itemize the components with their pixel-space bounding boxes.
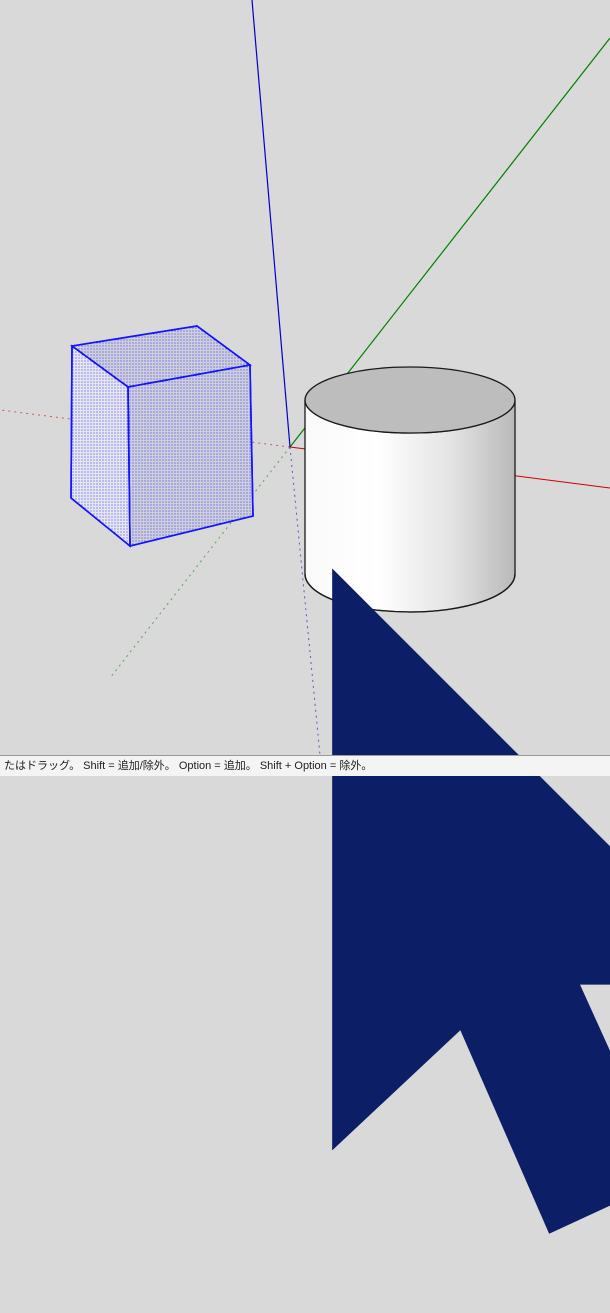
status-hint-text: たはドラッグ。 Shift = 追加/除外。 Option = 追加。 Shif… [4,760,372,772]
model-viewport[interactable] [0,0,610,755]
status-bar: たはドラッグ。 Shift = 追加/除外。 Option = 追加。 Shif… [0,755,610,776]
cube-object[interactable] [71,326,253,546]
cylinder-object[interactable] [305,367,515,612]
